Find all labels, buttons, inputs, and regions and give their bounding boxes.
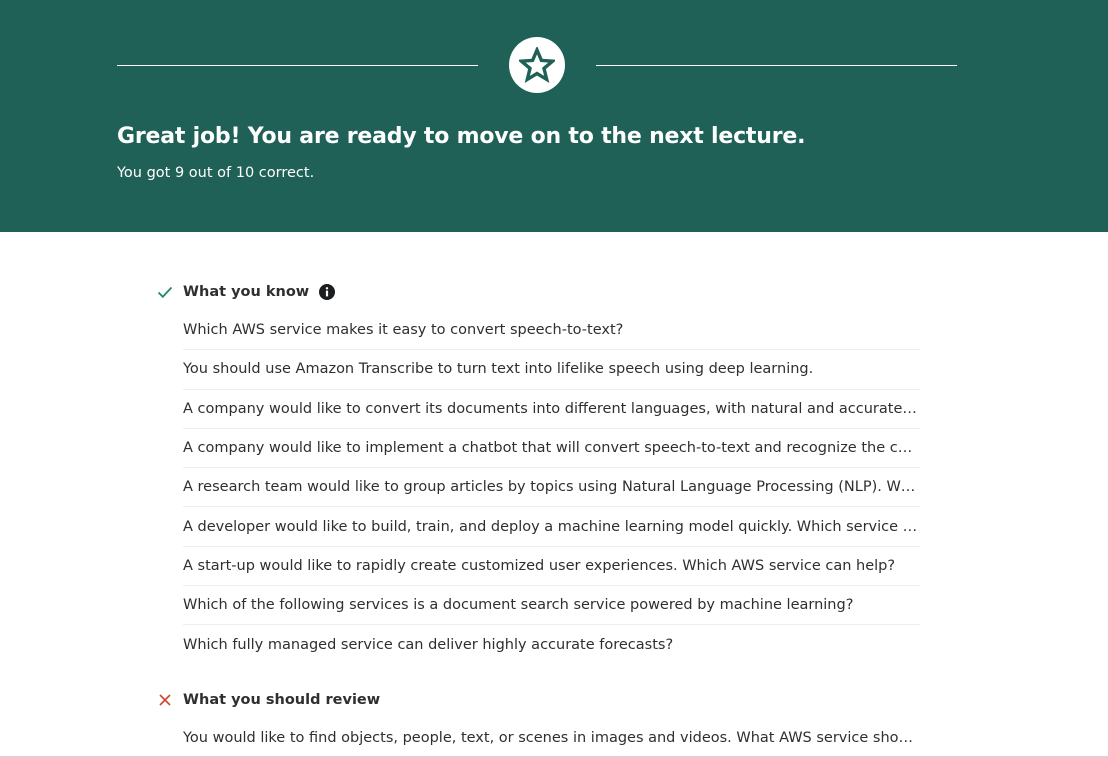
question-text: Which fully managed service can deliver … bbox=[183, 637, 674, 654]
list-item[interactable]: A developer would like to build, train, … bbox=[183, 507, 920, 547]
what-you-know-header: What you know bbox=[157, 282, 336, 302]
list-item[interactable]: Which of the following services is a doc… bbox=[183, 586, 920, 626]
star-badge bbox=[509, 37, 565, 93]
divider-right bbox=[596, 65, 957, 66]
question-text: You would like to find objects, people, … bbox=[183, 729, 920, 746]
question-text: A company would like to convert its docu… bbox=[183, 400, 920, 417]
what-you-should-review-label: What you should review bbox=[183, 692, 381, 708]
question-text: A start-up would like to rapidly create … bbox=[183, 557, 896, 574]
check-icon bbox=[157, 284, 173, 300]
result-title: Great job! You are ready to move on to t… bbox=[117, 124, 806, 149]
review-questions-list: You would like to find objects, people, … bbox=[183, 718, 920, 757]
list-item[interactable]: A company would like to convert its docu… bbox=[183, 390, 920, 429]
results-banner: Great job! You are ready to move on to t… bbox=[0, 0, 1108, 232]
star-icon bbox=[519, 47, 555, 83]
list-item[interactable]: A start-up would like to rapidly create … bbox=[183, 547, 920, 587]
known-questions-list: Which AWS service makes it easy to conve… bbox=[183, 311, 920, 665]
divider-left bbox=[117, 65, 478, 66]
score-summary: You got 9 out of 10 correct. bbox=[117, 165, 315, 181]
list-item[interactable]: You would like to find objects, people, … bbox=[183, 718, 920, 757]
list-item[interactable]: Which fully managed service can deliver … bbox=[183, 625, 920, 664]
list-item[interactable]: A company would like to implement a chat… bbox=[183, 429, 920, 469]
question-text: A company would like to implement a chat… bbox=[183, 440, 920, 457]
what-you-should-review-header: What you should review bbox=[157, 690, 380, 710]
question-text: A research team would like to group arti… bbox=[183, 479, 920, 496]
question-text: Which AWS service makes it easy to conve… bbox=[183, 322, 624, 339]
question-text: A developer would like to build, train, … bbox=[183, 518, 920, 535]
x-icon bbox=[157, 692, 173, 708]
list-item[interactable]: You should use Amazon Transcribe to turn… bbox=[183, 350, 920, 390]
list-item[interactable]: Which AWS service makes it easy to conve… bbox=[183, 311, 920, 351]
what-you-know-label: What you know bbox=[183, 284, 310, 300]
info-icon[interactable] bbox=[319, 284, 336, 300]
question-text: You should use Amazon Transcribe to turn… bbox=[183, 361, 814, 378]
list-item[interactable]: A research team would like to group arti… bbox=[183, 468, 920, 508]
question-text: Which of the following services is a doc… bbox=[183, 597, 854, 614]
